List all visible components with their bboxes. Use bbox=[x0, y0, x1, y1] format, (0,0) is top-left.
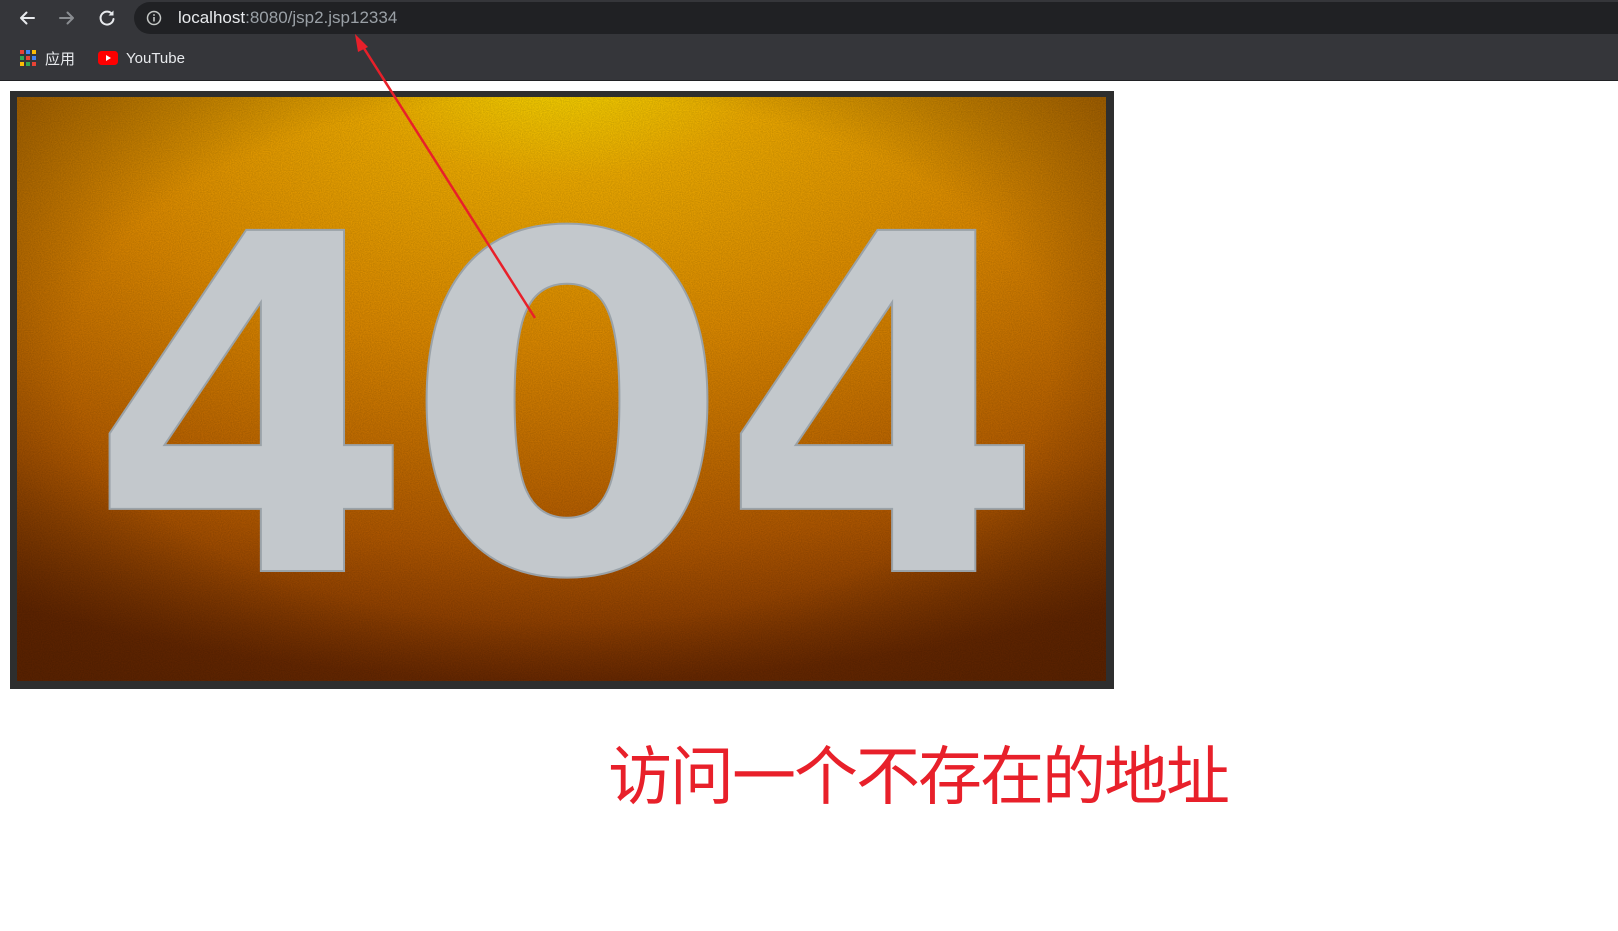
browser-toolbar: localhost:8080/jsp2.jsp12334 bbox=[0, 0, 1618, 36]
youtube-icon bbox=[98, 51, 118, 65]
bookmark-apps[interactable]: 应用 bbox=[19, 47, 75, 69]
bookmark-apps-label: 应用 bbox=[45, 50, 76, 68]
arrow-right-icon bbox=[59, 11, 74, 25]
url-text[interactable]: localhost:8080/jsp2.jsp12334 bbox=[178, 8, 397, 28]
reload-button[interactable] bbox=[93, 4, 121, 32]
error-404-sign: 404 bbox=[17, 97, 1106, 681]
bookmark-youtube[interactable]: YouTube bbox=[98, 47, 185, 69]
annotation-caption: 访问一个不存在的地址 bbox=[608, 741, 1230, 815]
bookmarks-bar: 应用 YouTube bbox=[0, 36, 1618, 81]
arrow-left-icon bbox=[20, 11, 35, 25]
info-icon[interactable] bbox=[146, 10, 162, 26]
apps-grid-icon bbox=[20, 50, 36, 66]
url-host: localhost bbox=[178, 8, 246, 27]
error-404-digits: 404 bbox=[89, 138, 1036, 681]
back-button[interactable] bbox=[13, 4, 41, 32]
address-bar[interactable]: localhost:8080/jsp2.jsp12334 bbox=[134, 2, 1618, 34]
error-404-image: 404 bbox=[10, 91, 1114, 689]
bookmark-youtube-label: YouTube bbox=[126, 49, 185, 67]
forward-button[interactable] bbox=[53, 4, 81, 32]
url-path: :8080/jsp2.jsp12334 bbox=[245, 8, 398, 27]
reload-icon bbox=[99, 10, 115, 26]
